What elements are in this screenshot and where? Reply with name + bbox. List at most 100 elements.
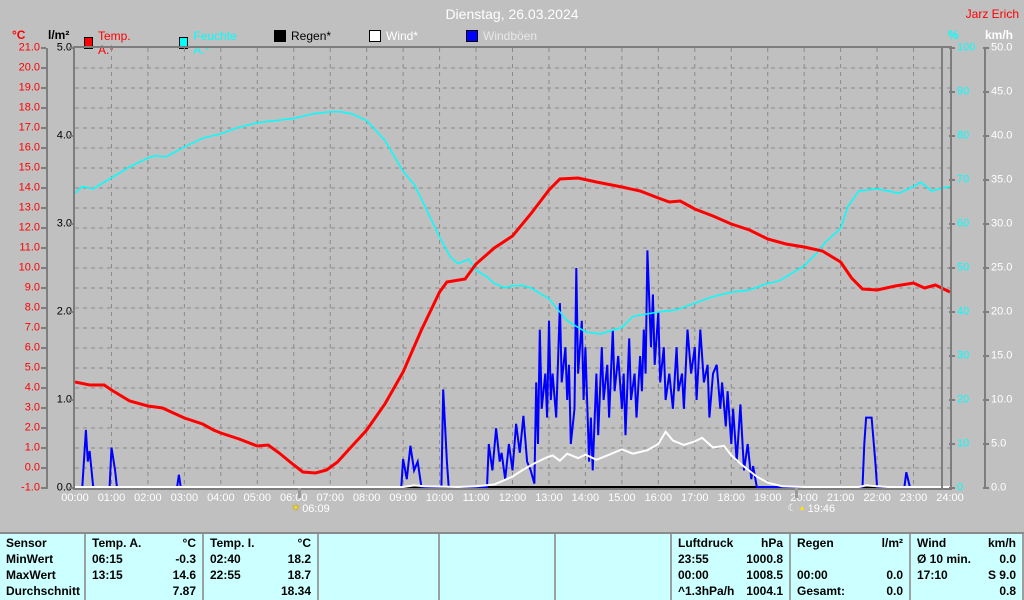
temp-axis-tick (41, 367, 46, 369)
chart-canvas (74, 48, 951, 489)
sunset-moon-icon: ☾ (787, 503, 797, 514)
row-label: MinWert (6, 552, 54, 566)
table-row: 17:10 S 9.0 (911, 568, 1022, 584)
cell-value: 0.0 (886, 568, 903, 582)
rain-axis-tick (69, 311, 75, 313)
temp-axis-tick (41, 187, 46, 189)
weather-station-window: Dienstag, 26.03.2024 Jarz Erich °C l/m² … (0, 0, 1024, 600)
series-tempa (74, 176, 951, 475)
wind-axis-tick (983, 443, 989, 445)
rain-axis-tick-label: 3.0 (56, 217, 72, 230)
table-row (319, 584, 438, 600)
cell-value: 7.87 (172, 584, 196, 598)
cell-time: 00:00 (678, 568, 709, 582)
table-row: 00:00 0.0 (791, 568, 909, 584)
table-column-empty (556, 534, 672, 600)
table-column-wind: Wind km/h Ø 10 min. 0.0 17:10 S 9.0 0.8 (911, 534, 1024, 600)
rain-axis-tick-label: 5.0 (56, 41, 72, 54)
wind-axis-tick-label: 25.0 (991, 261, 1013, 274)
table-row: ^1.3hPa/h 1004.1 (672, 584, 789, 600)
cell-value: S 9.0 (987, 568, 1016, 582)
x-axis-tick-label: 05:00 (243, 492, 272, 504)
x-axis-tick-label: 22:00 (863, 492, 891, 504)
table-header-row: Temp. I. °C (204, 536, 317, 552)
wind-axis-tick-label: 5.0 (991, 437, 1007, 450)
sunrise-marker: ☀ 06:09 (291, 503, 330, 515)
table-header-row (556, 536, 670, 552)
wind-axis-tick-label: 40.0 (991, 129, 1013, 142)
sensor-name: Temp. I. (210, 536, 255, 550)
sensor-name: Regen (797, 536, 834, 550)
table-row-labels-column: Sensor MinWert MaxWert Durchschnitt (0, 534, 86, 600)
wind-axis-tick-label: 35.0 (991, 173, 1013, 186)
table-column-luftdruck: Luftdruck hPa 23:55 1000.8 00:00 1008.5 ^1.3hP… (672, 534, 791, 600)
wind-axis-tick (983, 179, 989, 181)
table-row (556, 584, 670, 600)
sunset-marker: ☾ ▲ 19:46 (788, 503, 835, 515)
temp-axis-tick-label: 7.0 (24, 321, 40, 334)
temp-axis-tick-label: 12.0 (18, 221, 40, 234)
sunrise-time: 06:09 (302, 503, 330, 515)
cell-time: 23:55 (678, 552, 709, 566)
x-axis-tick-label: 15:00 (608, 492, 636, 504)
wind-axis-tick-label: 10.0 (991, 393, 1013, 406)
temp-axis-tick (41, 267, 46, 269)
sunset-time: 19:46 (807, 503, 836, 515)
x-axis-tick-label: 19:00 (753, 492, 782, 504)
temp-axis-tick-label: 10.0 (18, 261, 40, 274)
temp-axis-tick (41, 147, 46, 149)
table-column-tempa: Temp. A. °C 06:15 -0.3 13:15 14.6 7.87 (86, 534, 204, 600)
wind-axis-tick (983, 47, 989, 49)
unit-label-kmh: km/h (985, 28, 1014, 42)
x-axis-tick-label: 17:00 (681, 492, 709, 504)
table-row: 18.34 (204, 584, 317, 600)
unit-label-celsius: °C (12, 28, 26, 42)
row-label: Sensor (6, 536, 47, 550)
table-column-empty (319, 534, 440, 600)
rain-axis-tick (69, 399, 75, 401)
sensor-unit: °C (182, 536, 196, 550)
x-axis-tick-label: 18:00 (717, 492, 746, 504)
rain-axis-tick (69, 223, 75, 225)
sensor-unit: l/m² (881, 536, 903, 550)
legend-color-swatch (274, 30, 286, 42)
table-header-row: Temp. A. °C (86, 536, 202, 552)
table-row (556, 568, 670, 584)
x-axis-tick-label: 23:00 (899, 492, 928, 504)
table-row: 02:40 18.2 (204, 552, 317, 568)
rain-axis-tick-label: 1.0 (56, 393, 72, 406)
wind-axis-tick (983, 311, 989, 313)
x-axis-tick-label: 08:00 (352, 492, 381, 504)
table-header-row (440, 536, 554, 552)
temp-axis-tick (41, 427, 46, 429)
cell-time: 00:00 (797, 568, 828, 582)
table-row (440, 584, 554, 600)
temp-axis-tick (41, 327, 46, 329)
wind-axis-tick-label: 45.0 (991, 85, 1013, 98)
humidity-axis-tick (949, 135, 955, 137)
x-axis-tick-label: 09:00 (389, 492, 417, 504)
table-row (319, 552, 438, 568)
rain-axis-tick-label: 2.0 (56, 305, 72, 318)
cell-time: 22:55 (210, 568, 241, 582)
sensor-name: Temp. A. (92, 536, 142, 550)
temp-axis-tick-label: 9.0 (24, 281, 40, 294)
table-row (791, 552, 909, 568)
x-axis-tick-label: 24:00 (936, 492, 964, 504)
sunrise-icon: ☀ (291, 503, 301, 514)
table-header-row: Wind km/h (911, 536, 1022, 552)
wind-axis-tick-label: 30.0 (991, 217, 1013, 230)
table-row: 23:55 1000.8 (672, 552, 789, 568)
temp-axis-tick-label: 3.0 (24, 401, 40, 414)
legend-label: Windböen (483, 29, 538, 43)
sunset-arrow-icon: ▲ (798, 505, 806, 512)
legend-color-swatch (369, 30, 381, 42)
x-axis-tick-label: 00:00 (61, 492, 89, 504)
temp-axis-tick-label: -1.0 (21, 481, 40, 494)
table-row: Ø 10 min. 0.0 (911, 552, 1022, 568)
table-header-row: Luftdruck hPa (672, 536, 789, 552)
temp-axis-tick-label: 15.0 (18, 161, 40, 174)
humidity-axis-tick (949, 47, 955, 49)
legend-item-rain: Regen* (274, 29, 331, 43)
cell-value: 18.7 (287, 568, 311, 582)
